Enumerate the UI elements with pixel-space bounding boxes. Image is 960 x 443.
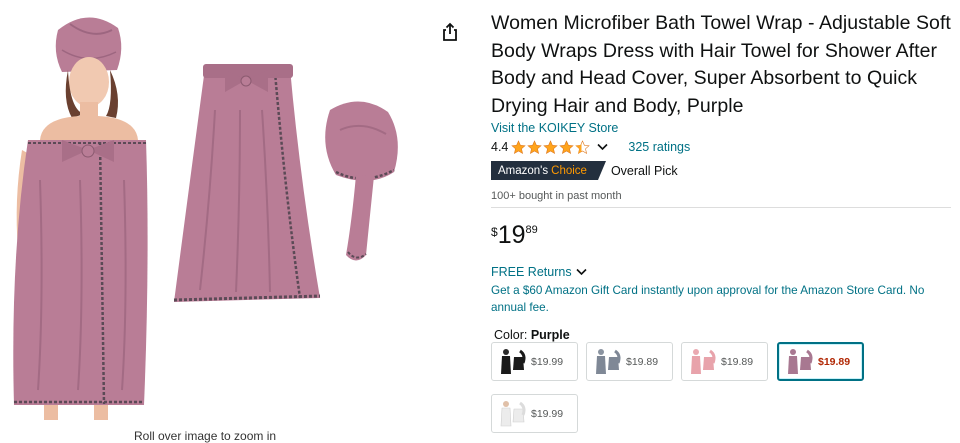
color-swatch-white[interactable]: $19.99 bbox=[491, 394, 578, 433]
star-icon bbox=[559, 140, 574, 154]
color-selection-label: Color: Purple bbox=[494, 328, 951, 342]
color-label: Color: bbox=[494, 328, 528, 342]
chevron-down-icon[interactable] bbox=[597, 143, 608, 151]
swatch-thumbnail bbox=[691, 349, 716, 374]
product-image-gallery: Roll over image to zoom in bbox=[0, 0, 430, 443]
price-fraction: 89 bbox=[525, 224, 538, 236]
swatch-price: $19.99 bbox=[531, 407, 564, 420]
rating-row: 4.4 325 ratings bbox=[491, 139, 951, 155]
amazons-choice-badge[interactable]: Amazon's Choice bbox=[491, 161, 606, 180]
swatch-thumbnail bbox=[788, 349, 813, 374]
price-whole: 19 bbox=[497, 221, 526, 249]
price: $ 19 89 bbox=[491, 221, 951, 253]
bought-past-month: 100+ bought in past month bbox=[491, 190, 622, 202]
price-symbol: $ bbox=[491, 225, 498, 239]
swatch-thumbnail bbox=[500, 401, 526, 427]
free-returns-link[interactable]: FREE Returns bbox=[491, 265, 951, 279]
ratings-count-link[interactable]: 325 ratings bbox=[628, 140, 690, 154]
amazons-choice-row: Amazon's Choice Overall Pick bbox=[491, 161, 951, 180]
badge-prefix: Amazon's bbox=[498, 164, 549, 177]
swatch-thumbnail bbox=[596, 349, 621, 374]
color-swatch-pink[interactable]: $19.89 bbox=[681, 342, 768, 381]
half-star-icon bbox=[575, 140, 590, 154]
color-swatch-black[interactable]: $19.99 bbox=[491, 342, 578, 381]
star-rating[interactable] bbox=[511, 140, 593, 155]
star-icon bbox=[543, 140, 558, 154]
swatch-thumbnail bbox=[501, 349, 526, 374]
overall-pick-label: Overall Pick bbox=[610, 163, 678, 178]
product-title: Women Microfiber Bath Towel Wrap - Adjus… bbox=[491, 12, 951, 117]
zoom-hint: Roll over image to zoom in bbox=[134, 429, 277, 443]
color-value: Purple bbox=[530, 328, 570, 342]
rating-value: 4.4 bbox=[491, 140, 509, 154]
free-returns-label: FREE Returns bbox=[491, 265, 572, 279]
star-icon bbox=[511, 140, 526, 154]
badge-choice: Choice bbox=[551, 164, 587, 177]
swatch-price: $19.89 bbox=[818, 355, 851, 368]
gift-card-offer-link[interactable]: Get a $60 Amazon Gift Card instantly upo… bbox=[491, 282, 951, 316]
color-swatch-purple[interactable]: $19.89 bbox=[777, 342, 864, 381]
main-product-image[interactable] bbox=[0, 0, 430, 420]
swatch-price: $19.89 bbox=[626, 355, 659, 368]
store-link[interactable]: Visit the KOIKEY Store bbox=[491, 121, 951, 135]
product-info-panel: Women Microfiber Bath Towel Wrap - Adjus… bbox=[491, 10, 951, 342]
star-icon bbox=[527, 140, 542, 154]
swatch-price: $19.99 bbox=[531, 355, 564, 368]
divider bbox=[491, 207, 951, 208]
chevron-down-icon bbox=[576, 268, 587, 276]
swatch-price: $19.89 bbox=[721, 355, 754, 368]
color-swatch-grey[interactable]: $19.89 bbox=[586, 342, 673, 381]
share-icon[interactable] bbox=[440, 22, 462, 44]
